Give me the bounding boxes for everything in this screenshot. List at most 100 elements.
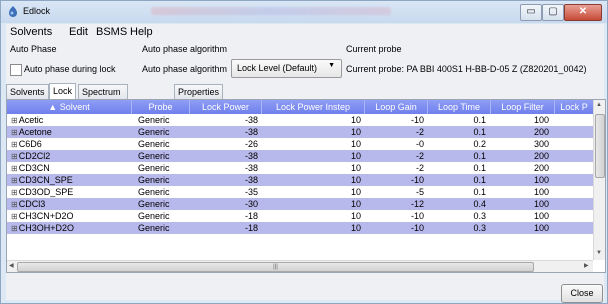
table-cell[interactable]: 0.2 bbox=[428, 138, 486, 150]
table-cell[interactable]: 10 bbox=[262, 186, 361, 198]
table-cell[interactable]: -2 bbox=[365, 162, 424, 174]
table-cell[interactable]: ⊞C6D6 bbox=[11, 138, 129, 150]
scroll-down-icon[interactable]: ▼ bbox=[596, 250, 602, 256]
table-cell[interactable]: -0 bbox=[365, 138, 424, 150]
table-cell[interactable]: -35 bbox=[190, 186, 258, 198]
horizontal-scrollbar[interactable]: ◀ ||| ▶ bbox=[7, 260, 593, 272]
table-cell[interactable]: -38 bbox=[190, 162, 258, 174]
tree-expand-icon[interactable]: ⊞ bbox=[11, 128, 18, 137]
table-row[interactable]: ⊞CD3CN_SPE Generic -38 10 -10 0.1 100 bbox=[7, 174, 593, 186]
column-header-lock-power[interactable]: Lock Power bbox=[190, 100, 262, 114]
tab-spectrum-reference[interactable]: Spectrum Reference bbox=[78, 84, 128, 111]
table-row[interactable]: ⊞C6D6 Generic -26 10 -0 0.2 300 bbox=[7, 138, 593, 150]
table-cell[interactable]: 0.3 bbox=[428, 222, 486, 234]
table-cell[interactable]: -2 bbox=[365, 150, 424, 162]
tree-expand-icon[interactable]: ⊞ bbox=[11, 212, 18, 221]
table-cell[interactable]: 10 bbox=[262, 210, 361, 222]
close-button[interactable]: Close bbox=[561, 284, 603, 303]
table-cell[interactable]: -30 bbox=[190, 198, 258, 210]
table-cell[interactable]: 0.1 bbox=[428, 162, 486, 174]
table-cell[interactable]: 200 bbox=[491, 126, 549, 138]
tab-properties[interactable]: Properties bbox=[174, 84, 224, 99]
table-cell[interactable]: -38 bbox=[190, 174, 258, 186]
table-cell[interactable]: 200 bbox=[491, 150, 549, 162]
table-cell[interactable]: 100 bbox=[491, 174, 549, 186]
tree-expand-icon[interactable]: ⊞ bbox=[11, 164, 18, 173]
table-row[interactable]: ⊞CD3CN Generic -38 10 -2 0.1 200 bbox=[7, 162, 593, 174]
table-cell[interactable]: Generic bbox=[138, 222, 190, 234]
table-cell[interactable]: -12 bbox=[365, 198, 424, 210]
table-cell[interactable]: 10 bbox=[262, 114, 361, 126]
table-cell[interactable]: Generic bbox=[138, 198, 190, 210]
table-cell[interactable]: 100 bbox=[491, 222, 549, 234]
table-cell[interactable]: 0.1 bbox=[428, 150, 486, 162]
table-cell[interactable]: ⊞CD3CN bbox=[11, 162, 129, 174]
tab-lock[interactable]: Lock bbox=[49, 83, 77, 100]
menu-solvents[interactable]: Solvents bbox=[10, 26, 52, 38]
table-row[interactable]: ⊞Acetic Generic -38 10 -10 0.1 100 bbox=[7, 114, 593, 126]
table-cell[interactable]: 0.1 bbox=[428, 186, 486, 198]
tree-expand-icon[interactable]: ⊞ bbox=[11, 224, 18, 233]
vertical-scrollbar[interactable]: ▲ ▼ bbox=[593, 100, 605, 260]
column-header-solvent[interactable]: ▲ Solvent bbox=[7, 100, 132, 114]
auto-phase-checkbox[interactable] bbox=[10, 64, 22, 76]
title-bar[interactable]: Edlock ▭ ▢ ✕ bbox=[1, 1, 607, 23]
table-cell[interactable]: ⊞CH3OH+D2O bbox=[11, 222, 129, 234]
table-cell[interactable]: ⊞CD3OD_SPE bbox=[11, 186, 129, 198]
table-cell[interactable]: -18 bbox=[190, 210, 258, 222]
vertical-scroll-thumb[interactable] bbox=[595, 114, 605, 178]
table-cell[interactable]: 10 bbox=[262, 198, 361, 210]
table-cell[interactable]: -38 bbox=[190, 114, 258, 126]
menu-edit[interactable]: Edit bbox=[69, 26, 88, 38]
table-cell[interactable]: Generic bbox=[138, 186, 190, 198]
table-cell[interactable]: 10 bbox=[262, 222, 361, 234]
table-cell[interactable]: 10 bbox=[262, 126, 361, 138]
scroll-right-icon[interactable]: ▶ bbox=[584, 262, 589, 269]
table-cell[interactable]: -2 bbox=[365, 126, 424, 138]
column-header-loop-gain[interactable]: Loop Gain bbox=[365, 100, 428, 114]
horizontal-scroll-thumb[interactable]: ||| bbox=[17, 262, 534, 272]
maximize-button[interactable]: ▢ bbox=[542, 4, 564, 21]
table-cell[interactable]: 100 bbox=[491, 186, 549, 198]
table-cell[interactable]: Generic bbox=[138, 150, 190, 162]
table-cell[interactable]: -10 bbox=[365, 114, 424, 126]
table-cell[interactable]: 10 bbox=[262, 162, 361, 174]
menu-help[interactable]: Help bbox=[130, 26, 153, 38]
table-cell[interactable]: 10 bbox=[262, 150, 361, 162]
table-cell[interactable]: -10 bbox=[365, 210, 424, 222]
minimize-button[interactable]: ▭ bbox=[520, 4, 542, 21]
column-header-loop-filter[interactable]: Loop Filter bbox=[491, 100, 555, 114]
table-cell[interactable]: 100 bbox=[491, 198, 549, 210]
table-row[interactable]: ⊞CH3OH+D2O Generic -18 10 -10 0.3 100 bbox=[7, 222, 593, 234]
scroll-up-icon[interactable]: ▲ bbox=[596, 102, 602, 108]
table-cell[interactable]: 200 bbox=[491, 162, 549, 174]
table-cell[interactable]: Generic bbox=[138, 126, 190, 138]
tree-expand-icon[interactable]: ⊞ bbox=[11, 140, 18, 149]
table-cell[interactable]: ⊞CH3CN+D2O bbox=[11, 210, 129, 222]
table-cell[interactable]: -10 bbox=[365, 222, 424, 234]
table-cell[interactable]: ⊞CD2Cl2 bbox=[11, 150, 129, 162]
tree-expand-icon[interactable]: ⊞ bbox=[11, 176, 18, 185]
table-cell[interactable]: -38 bbox=[190, 126, 258, 138]
table-cell[interactable]: Generic bbox=[138, 210, 190, 222]
table-cell[interactable]: ⊞CD3CN_SPE bbox=[11, 174, 129, 186]
table-cell[interactable]: ⊞Acetone bbox=[11, 126, 129, 138]
table-cell[interactable]: 0.1 bbox=[428, 126, 486, 138]
tree-expand-icon[interactable]: ⊞ bbox=[11, 116, 18, 125]
column-header-lock-power-instep[interactable]: Lock Power Instep bbox=[262, 100, 365, 114]
table-cell[interactable]: -10 bbox=[365, 174, 424, 186]
column-header-probe[interactable]: Probe bbox=[132, 100, 190, 114]
close-window-button[interactable]: ✕ bbox=[564, 4, 602, 21]
table-row[interactable]: ⊞CDCl3 Generic -30 10 -12 0.4 100 bbox=[7, 198, 593, 210]
table-cell[interactable]: 100 bbox=[491, 210, 549, 222]
table-row[interactable]: ⊞CD2Cl2 Generic -38 10 -2 0.1 200 bbox=[7, 150, 593, 162]
algorithm-select[interactable]: Lock Level (Default) ▼ bbox=[231, 59, 342, 78]
column-header-lock-p[interactable]: Lock P bbox=[555, 100, 593, 114]
table-cell[interactable]: Generic bbox=[138, 174, 190, 186]
scroll-left-icon[interactable]: ◀ bbox=[9, 262, 14, 269]
tree-expand-icon[interactable]: ⊞ bbox=[11, 188, 18, 197]
table-cell[interactable]: 0.1 bbox=[428, 114, 486, 126]
table-cell[interactable]: 10 bbox=[262, 174, 361, 186]
table-cell[interactable]: -38 bbox=[190, 150, 258, 162]
table-cell[interactable]: ⊞CDCl3 bbox=[11, 198, 129, 210]
